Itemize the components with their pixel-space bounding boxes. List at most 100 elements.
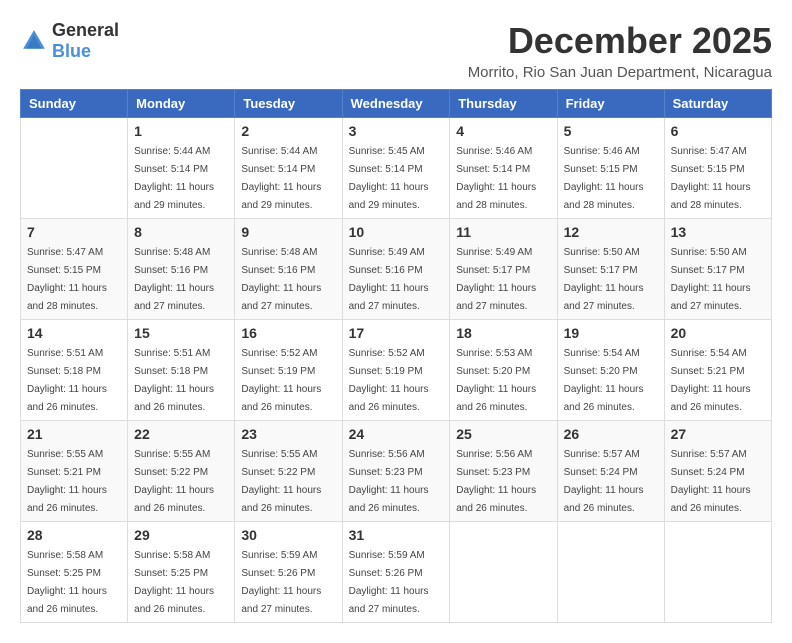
day-info: Sunrise: 5:54 AMSunset: 5:20 PMDaylight:… bbox=[564, 348, 644, 413]
day-of-week-header: Monday bbox=[128, 90, 235, 118]
day-info: Sunrise: 5:53 AMSunset: 5:20 PMDaylight:… bbox=[456, 348, 536, 413]
calendar-cell: 21 Sunrise: 5:55 AMSunset: 5:21 PMDaylig… bbox=[21, 421, 128, 522]
calendar-cell: 20 Sunrise: 5:54 AMSunset: 5:21 PMDaylig… bbox=[664, 320, 771, 421]
calendar-cell bbox=[664, 522, 771, 623]
day-number: 28 bbox=[27, 527, 121, 543]
title-area: December 2025 Morrito, Rio San Juan Depa… bbox=[468, 20, 772, 81]
day-of-week-header: Friday bbox=[557, 90, 664, 118]
day-info: Sunrise: 5:49 AMSunset: 5:17 PMDaylight:… bbox=[456, 247, 536, 312]
calendar-week-row: 28 Sunrise: 5:58 AMSunset: 5:25 PMDaylig… bbox=[21, 522, 772, 623]
logo-text-blue: Blue bbox=[52, 41, 91, 61]
day-info: Sunrise: 5:59 AMSunset: 5:26 PMDaylight:… bbox=[349, 550, 429, 615]
day-info: Sunrise: 5:46 AMSunset: 5:15 PMDaylight:… bbox=[564, 146, 644, 211]
logo-text-general: General bbox=[52, 20, 119, 40]
day-info: Sunrise: 5:47 AMSunset: 5:15 PMDaylight:… bbox=[671, 146, 751, 211]
calendar-cell: 4 Sunrise: 5:46 AMSunset: 5:14 PMDayligh… bbox=[450, 118, 557, 219]
day-info: Sunrise: 5:49 AMSunset: 5:16 PMDaylight:… bbox=[349, 247, 429, 312]
calendar-cell: 28 Sunrise: 5:58 AMSunset: 5:25 PMDaylig… bbox=[21, 522, 128, 623]
day-number: 2 bbox=[241, 123, 335, 139]
day-info: Sunrise: 5:56 AMSunset: 5:23 PMDaylight:… bbox=[349, 449, 429, 514]
calendar-cell: 3 Sunrise: 5:45 AMSunset: 5:14 PMDayligh… bbox=[342, 118, 450, 219]
day-number: 4 bbox=[456, 123, 550, 139]
calendar-cell: 26 Sunrise: 5:57 AMSunset: 5:24 PMDaylig… bbox=[557, 421, 664, 522]
day-number: 9 bbox=[241, 224, 335, 240]
calendar-cell: 16 Sunrise: 5:52 AMSunset: 5:19 PMDaylig… bbox=[235, 320, 342, 421]
day-number: 12 bbox=[564, 224, 658, 240]
header: General Blue December 2025 Morrito, Rio … bbox=[20, 20, 772, 81]
calendar-cell: 9 Sunrise: 5:48 AMSunset: 5:16 PMDayligh… bbox=[235, 219, 342, 320]
calendar-cell: 31 Sunrise: 5:59 AMSunset: 5:26 PMDaylig… bbox=[342, 522, 450, 623]
calendar-cell: 18 Sunrise: 5:53 AMSunset: 5:20 PMDaylig… bbox=[450, 320, 557, 421]
calendar-body: 1 Sunrise: 5:44 AMSunset: 5:14 PMDayligh… bbox=[21, 118, 772, 623]
day-number: 16 bbox=[241, 325, 335, 341]
day-info: Sunrise: 5:45 AMSunset: 5:14 PMDaylight:… bbox=[349, 146, 429, 211]
day-number: 30 bbox=[241, 527, 335, 543]
calendar-cell: 1 Sunrise: 5:44 AMSunset: 5:14 PMDayligh… bbox=[128, 118, 235, 219]
calendar-cell: 19 Sunrise: 5:54 AMSunset: 5:20 PMDaylig… bbox=[557, 320, 664, 421]
calendar-cell bbox=[21, 118, 128, 219]
day-number: 8 bbox=[134, 224, 228, 240]
day-number: 18 bbox=[456, 325, 550, 341]
calendar-cell: 14 Sunrise: 5:51 AMSunset: 5:18 PMDaylig… bbox=[21, 320, 128, 421]
day-info: Sunrise: 5:58 AMSunset: 5:25 PMDaylight:… bbox=[27, 550, 107, 615]
day-info: Sunrise: 5:58 AMSunset: 5:25 PMDaylight:… bbox=[134, 550, 214, 615]
day-number: 5 bbox=[564, 123, 658, 139]
calendar-week-row: 21 Sunrise: 5:55 AMSunset: 5:21 PMDaylig… bbox=[21, 421, 772, 522]
day-of-week-header: Tuesday bbox=[235, 90, 342, 118]
day-number: 27 bbox=[671, 426, 765, 442]
calendar-cell: 25 Sunrise: 5:56 AMSunset: 5:23 PMDaylig… bbox=[450, 421, 557, 522]
day-number: 14 bbox=[27, 325, 121, 341]
calendar-week-row: 1 Sunrise: 5:44 AMSunset: 5:14 PMDayligh… bbox=[21, 118, 772, 219]
day-info: Sunrise: 5:55 AMSunset: 5:22 PMDaylight:… bbox=[134, 449, 214, 514]
day-info: Sunrise: 5:56 AMSunset: 5:23 PMDaylight:… bbox=[456, 449, 536, 514]
day-info: Sunrise: 5:50 AMSunset: 5:17 PMDaylight:… bbox=[564, 247, 644, 312]
calendar-cell: 23 Sunrise: 5:55 AMSunset: 5:22 PMDaylig… bbox=[235, 421, 342, 522]
days-of-week-row: SundayMondayTuesdayWednesdayThursdayFrid… bbox=[21, 90, 772, 118]
calendar-cell bbox=[450, 522, 557, 623]
day-number: 7 bbox=[27, 224, 121, 240]
calendar-cell: 10 Sunrise: 5:49 AMSunset: 5:16 PMDaylig… bbox=[342, 219, 450, 320]
day-info: Sunrise: 5:44 AMSunset: 5:14 PMDaylight:… bbox=[134, 146, 214, 211]
calendar-cell: 11 Sunrise: 5:49 AMSunset: 5:17 PMDaylig… bbox=[450, 219, 557, 320]
day-number: 25 bbox=[456, 426, 550, 442]
day-number: 17 bbox=[349, 325, 444, 341]
day-info: Sunrise: 5:47 AMSunset: 5:15 PMDaylight:… bbox=[27, 247, 107, 312]
calendar-cell: 8 Sunrise: 5:48 AMSunset: 5:16 PMDayligh… bbox=[128, 219, 235, 320]
day-info: Sunrise: 5:50 AMSunset: 5:17 PMDaylight:… bbox=[671, 247, 751, 312]
calendar-table: SundayMondayTuesdayWednesdayThursdayFrid… bbox=[20, 89, 772, 623]
logo: General Blue bbox=[20, 20, 119, 62]
calendar-cell: 7 Sunrise: 5:47 AMSunset: 5:15 PMDayligh… bbox=[21, 219, 128, 320]
calendar-cell: 13 Sunrise: 5:50 AMSunset: 5:17 PMDaylig… bbox=[664, 219, 771, 320]
calendar-cell bbox=[557, 522, 664, 623]
day-info: Sunrise: 5:59 AMSunset: 5:26 PMDaylight:… bbox=[241, 550, 321, 615]
day-info: Sunrise: 5:57 AMSunset: 5:24 PMDaylight:… bbox=[564, 449, 644, 514]
day-info: Sunrise: 5:52 AMSunset: 5:19 PMDaylight:… bbox=[349, 348, 429, 413]
day-number: 10 bbox=[349, 224, 444, 240]
day-number: 1 bbox=[134, 123, 228, 139]
day-number: 3 bbox=[349, 123, 444, 139]
calendar-cell: 30 Sunrise: 5:59 AMSunset: 5:26 PMDaylig… bbox=[235, 522, 342, 623]
day-number: 23 bbox=[241, 426, 335, 442]
day-info: Sunrise: 5:51 AMSunset: 5:18 PMDaylight:… bbox=[134, 348, 214, 413]
day-number: 22 bbox=[134, 426, 228, 442]
day-info: Sunrise: 5:48 AMSunset: 5:16 PMDaylight:… bbox=[241, 247, 321, 312]
logo-icon bbox=[20, 27, 48, 55]
day-of-week-header: Saturday bbox=[664, 90, 771, 118]
day-number: 20 bbox=[671, 325, 765, 341]
day-number: 21 bbox=[27, 426, 121, 442]
day-info: Sunrise: 5:55 AMSunset: 5:22 PMDaylight:… bbox=[241, 449, 321, 514]
day-of-week-header: Wednesday bbox=[342, 90, 450, 118]
calendar-cell: 29 Sunrise: 5:58 AMSunset: 5:25 PMDaylig… bbox=[128, 522, 235, 623]
calendar-cell: 5 Sunrise: 5:46 AMSunset: 5:15 PMDayligh… bbox=[557, 118, 664, 219]
location-title: Morrito, Rio San Juan Department, Nicara… bbox=[468, 64, 772, 81]
calendar-cell: 22 Sunrise: 5:55 AMSunset: 5:22 PMDaylig… bbox=[128, 421, 235, 522]
day-number: 11 bbox=[456, 224, 550, 240]
day-number: 13 bbox=[671, 224, 765, 240]
day-number: 24 bbox=[349, 426, 444, 442]
calendar-cell: 6 Sunrise: 5:47 AMSunset: 5:15 PMDayligh… bbox=[664, 118, 771, 219]
day-info: Sunrise: 5:54 AMSunset: 5:21 PMDaylight:… bbox=[671, 348, 751, 413]
calendar-cell: 17 Sunrise: 5:52 AMSunset: 5:19 PMDaylig… bbox=[342, 320, 450, 421]
month-title: December 2025 bbox=[468, 20, 772, 62]
day-of-week-header: Thursday bbox=[450, 90, 557, 118]
calendar-header: SundayMondayTuesdayWednesdayThursdayFrid… bbox=[21, 90, 772, 118]
